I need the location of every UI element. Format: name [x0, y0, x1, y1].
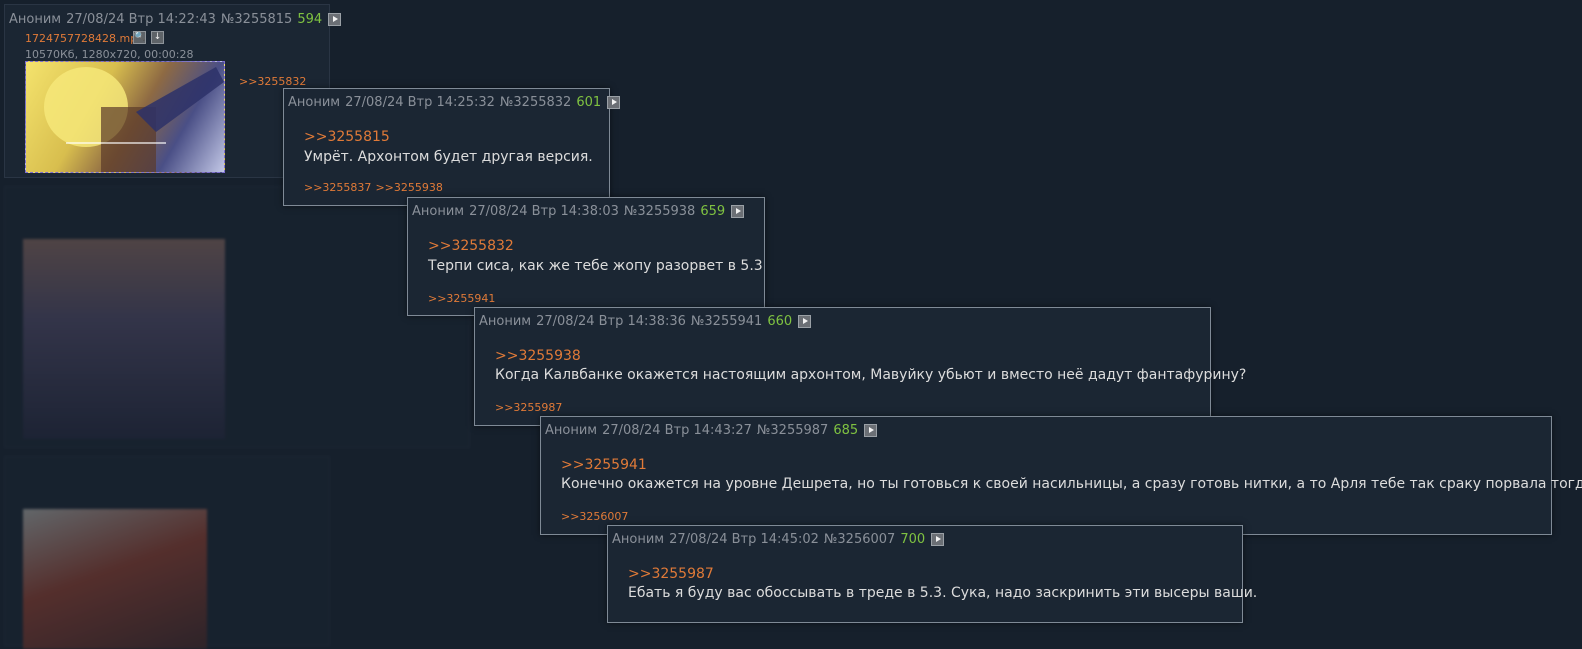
quote-link[interactable]: >>3255987 [628, 566, 714, 582]
post-date: 27/08/24 Втр 14:45:02 [669, 532, 819, 547]
post-date: 27/08/24 Втр 14:38:03 [469, 204, 619, 219]
post-number[interactable]: №3255938 [624, 204, 695, 219]
popup-3255987: Аноним 27/08/24 Втр 14:43:27 №3255987 68… [540, 416, 1582, 535]
file-name-link[interactable]: 1724757728428.mp4 [25, 32, 144, 45]
post-count: 685 [833, 423, 859, 438]
thumbnail-image[interactable] [23, 239, 225, 439]
post-date: 27/08/24 Втр 14:22:43 [66, 12, 216, 27]
post-number[interactable]: №3255987 [757, 423, 828, 438]
post-background-1 [4, 186, 470, 448]
post-author: Аноним [288, 95, 341, 110]
post-author: Аноним [412, 204, 465, 219]
popup-3256007: Аноним 27/08/24 Втр 14:45:02 №3256007 70… [607, 525, 1257, 623]
post-header: Аноним 27/08/24 Втр 14:38:03 №3255938 65… [412, 204, 745, 219]
post-number[interactable]: №3256007 [824, 532, 895, 547]
post-number[interactable]: №3255815 [221, 12, 292, 27]
video-thumbnail[interactable] [25, 61, 225, 173]
post-date: 27/08/24 Втр 14:43:27 [602, 423, 752, 438]
post-count: 659 [700, 204, 726, 219]
post-count: 594 [297, 12, 323, 27]
post-date: 27/08/24 Втр 14:25:32 [345, 95, 495, 110]
popup-3255941: Аноним 27/08/24 Втр 14:38:36 №3255941 66… [474, 307, 1246, 426]
play-icon[interactable] [607, 96, 621, 109]
post-count: 700 [900, 532, 926, 547]
post-text: Когда Калвбанке окажется настоящим архон… [495, 367, 1247, 383]
post-text: Ебать я буду вас обоссывать в треде в 5.… [628, 585, 1258, 601]
reply-link[interactable]: >>3255938 [375, 181, 442, 194]
post-author: Аноним [9, 12, 62, 27]
play-icon[interactable] [864, 424, 878, 437]
post-header: Аноним 27/08/24 Втр 14:45:02 №3256007 70… [612, 532, 945, 547]
post-text: Умрёт. Архонтом будет другая версия. [304, 149, 593, 165]
post-author: Аноним [545, 423, 598, 438]
play-icon[interactable] [931, 533, 945, 546]
post-3255815: Аноним 27/08/24 Втр 14:22:43 №3255815 59… [4, 4, 342, 178]
post-header: Аноним 27/08/24 Втр 14:38:36 №3255941 66… [479, 314, 812, 329]
replies: >>3256007 [561, 510, 632, 523]
quote-link[interactable]: >>3255832 [428, 238, 514, 254]
thumbnail-image[interactable] [23, 509, 207, 649]
quote-link[interactable]: >>3255941 [561, 457, 647, 473]
search-icon[interactable]: 🔍 [133, 31, 146, 44]
post-text: Конечно окажется на уровне Дешрета, но т… [561, 476, 1582, 492]
reply-link[interactable]: >>3256007 [561, 510, 628, 523]
thumbnail-art [44, 67, 224, 172]
post-text: Терпи сиса, как же тебе жопу разорвет в … [428, 258, 763, 274]
play-icon[interactable] [328, 13, 342, 26]
post-header: Аноним 27/08/24 Втр 14:25:32 №3255832 60… [288, 95, 621, 110]
reply-link[interactable]: >>3255941 [428, 292, 495, 305]
download-icon[interactable]: ↓ [151, 31, 164, 44]
popup-3255938: Аноним 27/08/24 Втр 14:38:03 №3255938 65… [407, 197, 765, 316]
post-author: Аноним [479, 314, 532, 329]
play-icon[interactable] [731, 205, 745, 218]
quote-link[interactable]: >>3255815 [304, 129, 390, 145]
replies: >>3255987 [495, 401, 566, 414]
post-date: 27/08/24 Втр 14:38:36 [536, 314, 686, 329]
post-number[interactable]: №3255941 [691, 314, 762, 329]
replies: >>3255941 [428, 292, 499, 305]
post-background-2 [4, 456, 330, 649]
file-meta: 10570Кб, 1280x720, 00:00:28 [25, 48, 194, 61]
play-icon[interactable] [798, 315, 812, 328]
post-count: 601 [576, 95, 602, 110]
popup-3255832: Аноним 27/08/24 Втр 14:25:32 №3255832 60… [283, 88, 621, 206]
post-header: Аноним 27/08/24 Втр 14:22:43 №3255815 59… [9, 12, 342, 27]
replies: >>3255837 >>3255938 [304, 181, 447, 194]
reply-link[interactable]: >>3255987 [495, 401, 562, 414]
post-number[interactable]: №3255832 [500, 95, 571, 110]
post-header: Аноним 27/08/24 Втр 14:43:27 №3255987 68… [545, 423, 878, 438]
post-count: 660 [767, 314, 793, 329]
post-author: Аноним [612, 532, 665, 547]
reply-link[interactable]: >>3255832 [239, 75, 306, 88]
quote-link[interactable]: >>3255938 [495, 348, 581, 364]
reply-link[interactable]: >>3255837 [304, 181, 371, 194]
